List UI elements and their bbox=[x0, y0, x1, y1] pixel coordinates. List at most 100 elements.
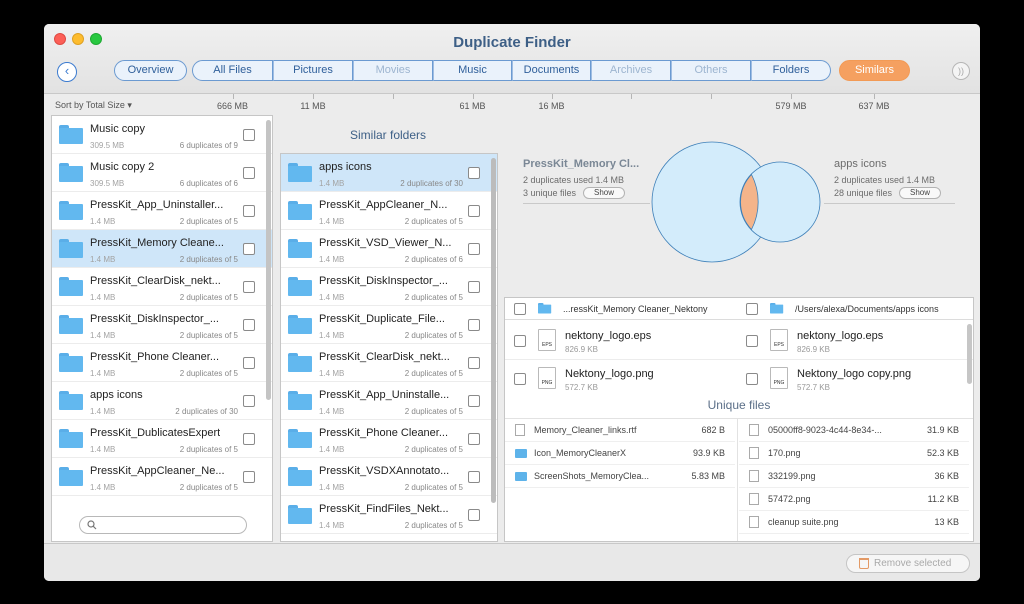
folder-checkbox[interactable] bbox=[468, 509, 480, 521]
unique-file-row[interactable]: Memory_Cleaner_links.rtf 682 B bbox=[505, 419, 735, 442]
list-item[interactable]: PressKit_App_Uninstaller... 1.4 MB 2 dupli… bbox=[52, 192, 272, 230]
list-item[interactable]: PressKit_FindFiles_Nekt... 1.4 MB 2 duplic… bbox=[281, 496, 497, 534]
right-folder-checkbox[interactable] bbox=[746, 303, 758, 315]
duplicates-count: 2 duplicates of 5 bbox=[404, 407, 463, 416]
duplicates-count: 2 duplicates of 5 bbox=[179, 369, 238, 378]
list-item[interactable]: PressKit_DublicatesExpert 1.4 MB 2 duplica… bbox=[52, 420, 272, 458]
unique-file-row[interactable]: cleanup suite.png 13 KB bbox=[739, 511, 969, 534]
unique-file-name: 170.png bbox=[768, 448, 801, 458]
list-item[interactable]: PressKit_AppCleaner_N... 1.4 MB 2 duplicat… bbox=[281, 192, 497, 230]
unique-file-row[interactable]: 170.png 52.3 KB bbox=[739, 442, 969, 465]
folder-checkbox[interactable] bbox=[243, 281, 255, 293]
folder-icon bbox=[288, 353, 312, 372]
folder-name: PressKit_App_Uninstalle... bbox=[319, 389, 450, 401]
tab-size-tick bbox=[313, 94, 314, 99]
right-file-checkbox[interactable] bbox=[746, 373, 758, 385]
tab-size-value: 61 MB bbox=[459, 101, 486, 111]
list-item[interactable]: apps icons 1.4 MB 2 duplicates of 30 bbox=[281, 154, 497, 192]
tab-folders[interactable]: Folders bbox=[751, 60, 831, 81]
tab-music[interactable]: Music bbox=[433, 60, 512, 81]
folder-checkbox[interactable] bbox=[468, 167, 480, 179]
list-item[interactable]: PressKit_Phone Cleaner... 1.4 MB 2 duplica… bbox=[52, 344, 272, 382]
folder-checkbox[interactable] bbox=[243, 205, 255, 217]
list-item[interactable]: PressKit_Phone Cleaner... 1.4 MB 2 duplica… bbox=[281, 420, 497, 458]
similar-scrollbar[interactable] bbox=[491, 158, 496, 503]
folder-checkbox[interactable] bbox=[243, 471, 255, 483]
folder-checkbox[interactable] bbox=[468, 357, 480, 369]
folder-checkbox[interactable] bbox=[468, 205, 480, 217]
folder-size: 1.4 MB bbox=[90, 369, 116, 378]
venn-right-show-button[interactable]: Show bbox=[899, 187, 941, 199]
folder-icon bbox=[288, 391, 312, 410]
folder-icon bbox=[59, 353, 83, 372]
folder-checkbox[interactable] bbox=[468, 319, 480, 331]
venn-left-show-button[interactable]: Show bbox=[583, 187, 625, 199]
unique-file-row[interactable]: 05000ff8-9023-4c44-8e34-... 31.9 KB bbox=[739, 419, 969, 442]
folder-name: apps icons bbox=[319, 161, 372, 173]
folder-checkbox[interactable] bbox=[243, 395, 255, 407]
tab-size-tick bbox=[551, 94, 553, 99]
left-scrollbar[interactable] bbox=[266, 120, 271, 400]
folder-checkbox[interactable] bbox=[468, 471, 480, 483]
folder-icon bbox=[515, 472, 527, 481]
list-item[interactable]: PressKit_DiskInspector_... 1.4 MB 2 duplic… bbox=[52, 306, 272, 344]
left-folder-checkbox[interactable] bbox=[514, 303, 526, 315]
list-item[interactable]: PressKit_App_Uninstalle... 1.4 MB 2 duplic… bbox=[281, 382, 497, 420]
compare-header: ...ressKit_Memory Cleaner_Nektony /Users… bbox=[505, 298, 973, 320]
window-title: Duplicate Finder bbox=[453, 34, 571, 51]
list-item[interactable]: PressKit_Memory Cleane... 1.4 MB 2 duplica… bbox=[52, 230, 272, 268]
tab-similars[interactable]: Similars bbox=[839, 60, 910, 81]
tab-pictures[interactable]: Pictures bbox=[273, 60, 353, 81]
folder-size: 1.4 MB bbox=[319, 179, 345, 188]
folder-checkbox[interactable] bbox=[243, 357, 255, 369]
rss-icon[interactable]: )) bbox=[952, 62, 970, 80]
duplicate-file-name: Nektony_logo copy.png bbox=[797, 368, 912, 380]
folder-checkbox[interactable] bbox=[243, 243, 255, 255]
right-file-checkbox[interactable] bbox=[746, 335, 758, 347]
unique-file-row[interactable]: ScreenShots_MemoryClea... 5.83 MB bbox=[505, 465, 735, 488]
remove-selected-button[interactable]: Remove selected bbox=[846, 554, 970, 573]
folder-checkbox[interactable] bbox=[468, 243, 480, 255]
list-item[interactable]: PressKit_Duplicate_File... 1.4 MB 2 duplic… bbox=[281, 306, 497, 344]
folder-checkbox[interactable] bbox=[468, 395, 480, 407]
folder-checkbox[interactable] bbox=[243, 167, 255, 179]
folder-checkbox[interactable] bbox=[468, 433, 480, 445]
list-item[interactable]: Music copy 2 309.5 MB 6 duplicates of 6 bbox=[52, 154, 272, 192]
tab-overview[interactable]: Overview bbox=[114, 60, 187, 81]
list-item[interactable]: PressKit_ClearDisk_nekt... 1.4 MB 2 duplic… bbox=[281, 344, 497, 382]
folder-icon bbox=[538, 303, 552, 314]
compare-scrollbar[interactable] bbox=[967, 324, 972, 384]
folder-checkbox[interactable] bbox=[243, 129, 255, 141]
list-item[interactable]: PressKit_ClearDisk_nekt... 1.4 MB 2 duplic… bbox=[52, 268, 272, 306]
list-item[interactable]: PressKit_VSDXAnnotato... 1.4 MB 2 duplicat… bbox=[281, 458, 497, 496]
folder-name: PressKit_VSD_Viewer_N... bbox=[319, 237, 452, 249]
tab-documents[interactable]: Documents bbox=[512, 60, 591, 81]
venn-right-unique: 28 unique files bbox=[834, 188, 893, 198]
back-arrow-icon[interactable]: ‹ bbox=[57, 62, 77, 82]
unique-file-row[interactable]: 57472.png 11.2 KB bbox=[739, 488, 969, 511]
folder-name: PressKit_VSDXAnnotato... bbox=[319, 465, 450, 477]
folder-checkbox[interactable] bbox=[243, 433, 255, 445]
tab-others[interactable]: Others bbox=[671, 60, 751, 81]
folder-list-panel: Music copy 309.5 MB 6 duplicates of 9 Music… bbox=[51, 115, 273, 542]
venn-right-divider bbox=[824, 203, 955, 204]
file-icon bbox=[749, 424, 759, 436]
folder-checkbox[interactable] bbox=[468, 281, 480, 293]
unique-file-row[interactable]: 332199.png 36 KB bbox=[739, 465, 969, 488]
list-item[interactable]: PressKit_DiskInspector_... 1.4 MB 2 duplic… bbox=[281, 268, 497, 306]
folder-checkbox[interactable] bbox=[243, 319, 255, 331]
file-type-label: PNG bbox=[773, 380, 785, 386]
search-input[interactable] bbox=[79, 516, 247, 534]
list-item[interactable]: Music copy 309.5 MB 6 duplicates of 9 bbox=[52, 116, 272, 154]
tab-archives[interactable]: Archives bbox=[591, 60, 671, 81]
sort-dropdown[interactable]: Sort by Total Size ▾ bbox=[55, 100, 132, 111]
tab-movies[interactable]: Movies bbox=[353, 60, 433, 81]
list-item[interactable]: PressKit_AppCleaner_Ne... 1.4 MB 2 duplica… bbox=[52, 458, 272, 496]
left-file-checkbox[interactable] bbox=[514, 335, 526, 347]
list-item[interactable]: apps icons 1.4 MB 2 duplicates of 30 bbox=[52, 382, 272, 420]
tab-all-files[interactable]: All Files bbox=[192, 60, 273, 81]
unique-file-row[interactable]: Icon_MemoryCleanerX 93.9 KB bbox=[505, 442, 735, 465]
folder-size: 1.4 MB bbox=[90, 483, 116, 492]
list-item[interactable]: PressKit_VSD_Viewer_N... 1.4 MB 2 duplicat… bbox=[281, 230, 497, 268]
left-file-checkbox[interactable] bbox=[514, 373, 526, 385]
